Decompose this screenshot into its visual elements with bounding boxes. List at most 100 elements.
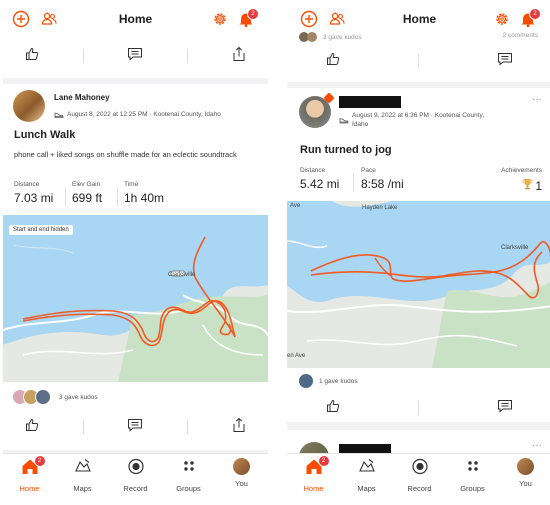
tab-home-badge: 2 [317,455,330,467]
thumbs-up-icon[interactable] [25,47,39,66]
settings-gear-icon[interactable] [210,9,230,29]
route-map[interactable]: Start and end hidden Clarksville [3,215,268,382]
tab-label: Home [19,484,40,493]
activity-title[interactable]: Lunch Walk [14,129,75,141]
action-bar [3,38,268,74]
kudos-row[interactable]: 1 gave kudos [299,374,358,388]
tab-label: Record [123,484,148,493]
stat-time: Time 1h 40m [124,181,164,205]
activity-card-run[interactable]: ··· August 9, 2022 at 6:36 PM · Kootenai… [287,88,550,422]
kudos-avatar [299,374,313,388]
map-road-label: en Ave [287,353,306,359]
stat-label: Pace [361,167,376,174]
notifications-bell-icon[interactable]: 2 [518,8,541,29]
stat-value: 8:58 /mi [361,177,404,191]
record-icon [411,458,429,480]
activity-meta: August 8, 2022 at 12:25 PM · Kootenai Co… [67,110,221,118]
map-place-label: Clarksville [168,272,196,278]
tab-groups[interactable]: Groups [449,458,497,493]
route-map[interactable]: Ave Hayden Lake Clarksville en Ave [287,201,550,368]
stat-value: 699 ft [72,191,103,205]
athlete-name[interactable]: Lane Mahoney [54,93,110,102]
top-bar: Home 2 [3,0,268,38]
you-avatar [517,458,534,475]
page-title: Home [118,12,153,26]
stat-label: Distance [14,181,40,188]
share-icon[interactable] [232,46,246,67]
stat-distance: Distance 5.42 mi [300,167,339,191]
tab-home-badge: 2 [33,455,46,467]
kudos-count: 3 gave kudos [323,33,362,41]
more-options-icon[interactable]: ··· [532,94,542,105]
action-divider [418,54,419,68]
notifications-bell-icon[interactable]: 2 [236,8,259,29]
comment-icon[interactable] [127,418,143,437]
find-friends-icon[interactable] [39,9,59,29]
phone-screen-left: Home 2 Lane Mahoney August 8, 2022 at 12… [3,0,268,505]
action-divider [187,420,189,434]
find-friends-icon[interactable] [327,9,347,29]
tab-record[interactable]: Record [112,458,160,493]
maps-icon [358,458,376,480]
thumbs-up-icon[interactable] [326,399,340,418]
tab-home[interactable]: 2 Home [6,455,54,493]
tab-you[interactable]: You [218,458,266,488]
tab-label: Groups [176,484,201,493]
stat-value: 1h 40m [124,191,165,205]
share-icon[interactable] [232,417,246,438]
comment-icon[interactable] [127,47,143,66]
kudos-avatar [307,32,317,42]
settings-gear-icon[interactable] [492,9,512,29]
map-graphic [3,215,268,382]
kudos-row[interactable]: 3 gave kudos [13,389,98,405]
tab-groups[interactable]: Groups [165,458,213,493]
activity-description: phone call + liked songs on shuffle made… [14,150,237,159]
stat-divider [117,188,118,206]
tab-you[interactable]: You [502,458,550,488]
stat-label: Elev Gain [72,181,101,188]
previous-activity-card [3,38,268,78]
stat-label: Time [124,181,139,188]
athlete-avatar[interactable] [13,90,45,122]
groups-icon [180,458,198,480]
stat-elev-gain: Elev Gain 699 ft [72,181,102,205]
stat-divider [65,188,66,206]
map-place-label: Clarksville [501,245,529,251]
phone-screen-right: Home 2 3 gave kudos 2 comments ··· Augus… [287,0,550,505]
tab-maps[interactable]: Maps [59,458,107,493]
you-avatar [233,458,250,475]
stat-value: 5.42 mi [300,177,340,191]
activity-title[interactable]: Run turned to jog [300,144,392,156]
thumbs-up-icon[interactable] [25,418,39,437]
thumbs-up-icon[interactable] [326,52,340,71]
map-road-label: Ave [290,203,301,209]
action-divider [187,49,189,63]
activity-card-lunch-walk[interactable]: Lane Mahoney August 8, 2022 at 12:25 PM … [3,84,268,450]
trophy-icon [522,177,533,195]
more-options-icon[interactable]: ··· [532,440,542,451]
bottom-tab-bar: 2 Home Maps Record Groups You [287,453,550,505]
comment-icon[interactable] [497,399,513,418]
comment-icon[interactable] [497,52,513,71]
bottom-tab-bar: 2 Home Maps Record Groups You [3,453,268,505]
stat-value: 7.03 mi [14,191,54,205]
action-bar [287,46,550,76]
maps-icon [74,458,92,480]
tab-home[interactable]: 2 Home [290,455,338,493]
tab-record[interactable]: Record [396,458,444,493]
add-icon[interactable] [299,9,319,29]
redacted-athlete-name [339,96,401,108]
add-icon[interactable] [11,9,31,29]
stat-divider [353,173,354,191]
tab-label: Maps [357,484,376,493]
stat-pace: Pace 8:58 /mi [361,167,404,191]
tab-label: Groups [460,484,485,493]
page-title: Home [402,12,437,26]
tab-maps[interactable]: Maps [343,458,391,493]
stat-distance: Distance 7.03 mi [14,181,53,205]
groups-icon [464,458,482,480]
run-shoe-icon [339,111,349,129]
tab-label: Maps [73,484,92,493]
action-divider [82,49,84,63]
kudos-count: 3 gave kudos [59,393,98,401]
